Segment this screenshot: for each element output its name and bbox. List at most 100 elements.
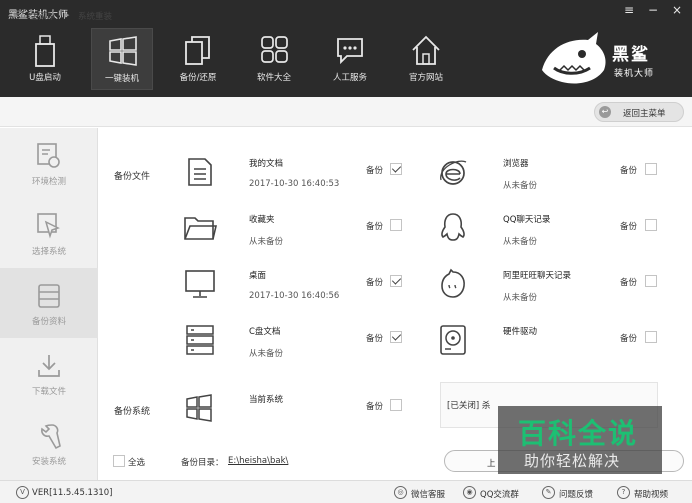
item-qq-chat-status: 从未备份 [503, 237, 538, 247]
select-all-checkbox[interactable] [113, 455, 125, 467]
download-icon [38, 355, 60, 377]
backup-label: 备份 [366, 278, 384, 288]
nav-software[interactable]: 软件大全 [243, 28, 305, 90]
footer-link-feedback[interactable]: 问题反馈 [559, 488, 593, 500]
ie-browser-icon [440, 160, 467, 185]
nav-label: 备份/还原 [179, 73, 217, 83]
breadcrumb-separator-icon: ▶ [64, 11, 70, 19]
backup-label: 备份 [366, 222, 384, 232]
shark-logo-icon [542, 32, 606, 84]
sidebar-item-env-check[interactable]: 环境检测 [0, 128, 98, 198]
sidebar-label: 安装系统 [31, 457, 66, 467]
next-step-label: 上 [487, 459, 496, 469]
select-all-label: 全选 [128, 458, 146, 468]
wrench-icon [41, 424, 61, 450]
sidebar-item-install-system[interactable]: 安装系统 [0, 408, 98, 478]
minimize-icon[interactable]: − [644, 3, 662, 17]
aliwangwang-checkbox[interactable] [645, 275, 657, 287]
home-icon [412, 35, 440, 65]
item-hardware-drivers: 硬件驱动 [503, 327, 538, 337]
item-browser-status: 从未备份 [503, 181, 538, 191]
brand-subtitle: 装机大师 [614, 69, 655, 79]
nav-official-site[interactable]: 官方网站 [395, 28, 457, 90]
backup-files-label: 备份文件 [114, 172, 151, 182]
footer-link-qq-group[interactable]: QQ交流群 [480, 488, 519, 500]
nav-label: 官方网站 [408, 73, 443, 83]
back-arrow-icon: ↩ [599, 106, 611, 118]
breadcrumb-bar [0, 97, 692, 127]
backup-label: 备份 [620, 278, 638, 288]
windows-icon [109, 36, 137, 66]
item-aliwangwang-chat: 阿里旺旺聊天记录 [503, 271, 572, 281]
item-my-documents: 我的文档 [249, 159, 284, 169]
brand-name: 黑鲨 [612, 45, 650, 65]
sidebar-label: 下载文件 [31, 387, 66, 397]
nav-label: 人工服务 [332, 73, 367, 83]
item-qq-chat: QQ聊天记录 [503, 215, 551, 225]
sidebar-label: 环境检测 [31, 177, 66, 187]
item-desktop-time: 2017-10-30 16:40:56 [249, 291, 340, 301]
backup-label: 备份 [366, 402, 384, 412]
version-icon: V [16, 486, 29, 499]
sidebar-item-backup-data[interactable]: 备份资料 [0, 268, 98, 338]
item-c-drive-docs-status: 从未备份 [249, 349, 284, 359]
backup-restore-icon [185, 36, 210, 65]
backup-label: 备份 [620, 222, 638, 232]
nav-human-service[interactable]: 人工服务 [319, 28, 381, 90]
windows-icon [186, 394, 212, 422]
breadcrumb-root[interactable]: 主菜单 [30, 10, 56, 22]
nav-backup-restore[interactable]: 备份/还原 [167, 28, 229, 90]
antivirus-status: [已关闭] 杀 [447, 401, 491, 411]
feedback-icon: ✎ [542, 486, 555, 499]
folder-icon [184, 217, 217, 240]
item-favorites: 收藏夹 [249, 215, 275, 225]
breadcrumb-current: 系统重装 [78, 12, 113, 22]
server-icon [186, 325, 214, 355]
usb-icon [35, 35, 55, 67]
nav-label: U盘启动 [29, 73, 61, 83]
hdd-icon [440, 325, 466, 355]
menu-icon[interactable]: ≡ [620, 3, 638, 17]
backup-label: 备份 [366, 166, 384, 176]
browser-checkbox[interactable] [645, 163, 657, 175]
footer-link-wechat[interactable]: 微信客服 [411, 488, 445, 500]
close-icon[interactable]: × [668, 3, 686, 17]
backup-label: 备份 [620, 166, 638, 176]
backup-dir-label: 备份目录： [181, 458, 224, 468]
sidebar-item-download[interactable]: 下载文件 [0, 338, 98, 408]
backup-label: 备份 [620, 334, 638, 344]
desktop-checkbox[interactable] [390, 275, 402, 287]
sidebar-item-select-system[interactable]: 选择系统 [0, 198, 98, 268]
c-drive-docs-checkbox[interactable] [390, 331, 402, 343]
sidebar: 环境检测 选择系统 备份资料 下载文件 安装系统 [0, 128, 98, 480]
item-c-drive-docs: C盘文档 [249, 327, 281, 337]
wechat-icon: ◎ [394, 486, 407, 499]
back-to-main-button[interactable]: ↩ 返回主菜单 [594, 102, 684, 122]
qq-chat-checkbox[interactable] [645, 219, 657, 231]
current-system-checkbox[interactable] [390, 399, 402, 411]
menu-list-icon: ☰ [12, 10, 20, 20]
watermark-overlay: 百科全说 助你轻松解决 [498, 406, 662, 474]
item-aliwangwang-chat-status: 从未备份 [503, 293, 538, 303]
backup-dir-link[interactable]: E:\heisha\bak\ [228, 456, 288, 466]
footer-link-help-video[interactable]: 帮助视频 [634, 488, 668, 500]
qq-icon [441, 213, 465, 241]
backup-system-label: 备份系统 [114, 407, 151, 417]
nav-one-click-install[interactable]: 一键装机 [91, 28, 153, 90]
help-icon: ? [617, 486, 630, 499]
item-favorites-status: 从未备份 [249, 237, 284, 247]
sidebar-label: 备份资料 [31, 317, 66, 327]
hardware-drivers-checkbox[interactable] [645, 331, 657, 343]
version-text: VER[11.5.45.1310] [32, 488, 113, 498]
sidebar-label: 选择系统 [31, 247, 66, 257]
watermark-subtitle: 助你轻松解决 [524, 452, 621, 470]
nav-label: 软件大全 [256, 73, 291, 83]
item-current-system: 当前系统 [249, 395, 284, 405]
favorites-checkbox[interactable] [390, 219, 402, 231]
nav-usb-boot[interactable]: U盘启动 [14, 28, 76, 90]
item-browser: 浏览器 [503, 159, 529, 169]
my-documents-checkbox[interactable] [390, 163, 402, 175]
chat-icon [337, 38, 363, 65]
database-icon [38, 284, 60, 308]
cursor-icon [37, 213, 60, 239]
